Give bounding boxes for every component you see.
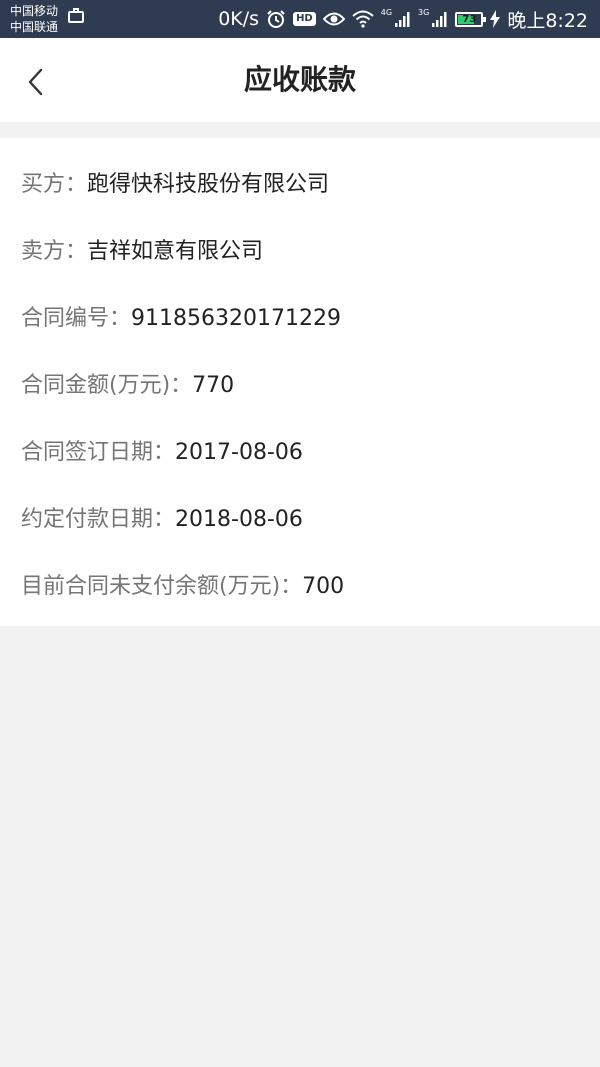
carrier-info: 中国移动 中国联通 bbox=[10, 3, 58, 35]
nav-bar: 应收账款 bbox=[0, 38, 600, 122]
receivable-detail-card: 买方：跑得快科技股份有限公司 卖方：吉祥如意有限公司 合同编号：91185632… bbox=[0, 138, 600, 626]
battery-icon: 73 bbox=[455, 11, 487, 27]
seller-row: 卖方：吉祥如意有限公司 bbox=[21, 233, 263, 265]
sign-date-row: 合同签订日期：2017-08-06 bbox=[21, 434, 303, 466]
status-right-group: 0K/s HD 4G 3G 73 晚上8:22 bbox=[218, 0, 588, 38]
buyer-row: 买方：跑得快科技股份有限公司 bbox=[21, 166, 329, 198]
contract-number-row: 合同编号：911856320171229 bbox=[21, 300, 341, 332]
buyer-label: 买方： bbox=[21, 172, 88, 197]
chevron-left-icon bbox=[28, 68, 43, 96]
contract-amount-row: 合同金额(万元)：770 bbox=[21, 367, 234, 399]
network-4g-label: 4G bbox=[380, 8, 393, 17]
seller-label: 卖方： bbox=[21, 239, 88, 264]
carrier-2: 中国联通 bbox=[10, 20, 59, 34]
back-button[interactable] bbox=[12, 58, 60, 106]
unpaid-balance-value: 700 bbox=[302, 574, 345, 599]
payment-date-row: 约定付款日期：2018-08-06 bbox=[21, 501, 303, 533]
payment-date-value: 2018-08-06 bbox=[175, 507, 303, 532]
contract-amount-value: 770 bbox=[192, 373, 235, 398]
charging-icon bbox=[490, 10, 501, 28]
signal-icon-2 bbox=[432, 11, 448, 27]
network-speed: 0K/s bbox=[218, 8, 260, 30]
contract-number-value: 911856320171229 bbox=[131, 306, 341, 331]
page-title: 应收账款 bbox=[243, 63, 356, 96]
payment-date-label: 约定付款日期： bbox=[21, 507, 176, 532]
eye-icon bbox=[322, 11, 345, 27]
hd-icon: HD bbox=[293, 12, 316, 26]
clock-time: 晚上8:22 bbox=[507, 9, 588, 32]
alarm-icon bbox=[266, 9, 286, 29]
seller-value: 吉祥如意有限公司 bbox=[87, 239, 264, 264]
battery-level: 73 bbox=[462, 13, 477, 25]
briefcase-icon bbox=[68, 8, 84, 23]
network-3g-label: 3G bbox=[418, 8, 430, 17]
unpaid-balance-label: 目前合同未支付余额(万元)： bbox=[21, 574, 303, 599]
carrier-1: 中国移动 bbox=[10, 4, 59, 18]
sign-date-label: 合同签订日期： bbox=[21, 440, 176, 465]
signal-icon bbox=[395, 11, 411, 27]
contract-number-label: 合同编号： bbox=[21, 306, 132, 331]
sign-date-value: 2017-08-06 bbox=[175, 440, 303, 465]
buyer-value: 跑得快科技股份有限公司 bbox=[87, 172, 330, 197]
contract-amount-label: 合同金额(万元)： bbox=[21, 373, 193, 398]
wifi-icon bbox=[352, 10, 374, 28]
unpaid-balance-row: 目前合同未支付余额(万元)：700 bbox=[21, 568, 344, 600]
status-bar: 中国移动 中国联通 0K/s HD 4G 3G 73 晚上8:22 bbox=[0, 0, 600, 38]
